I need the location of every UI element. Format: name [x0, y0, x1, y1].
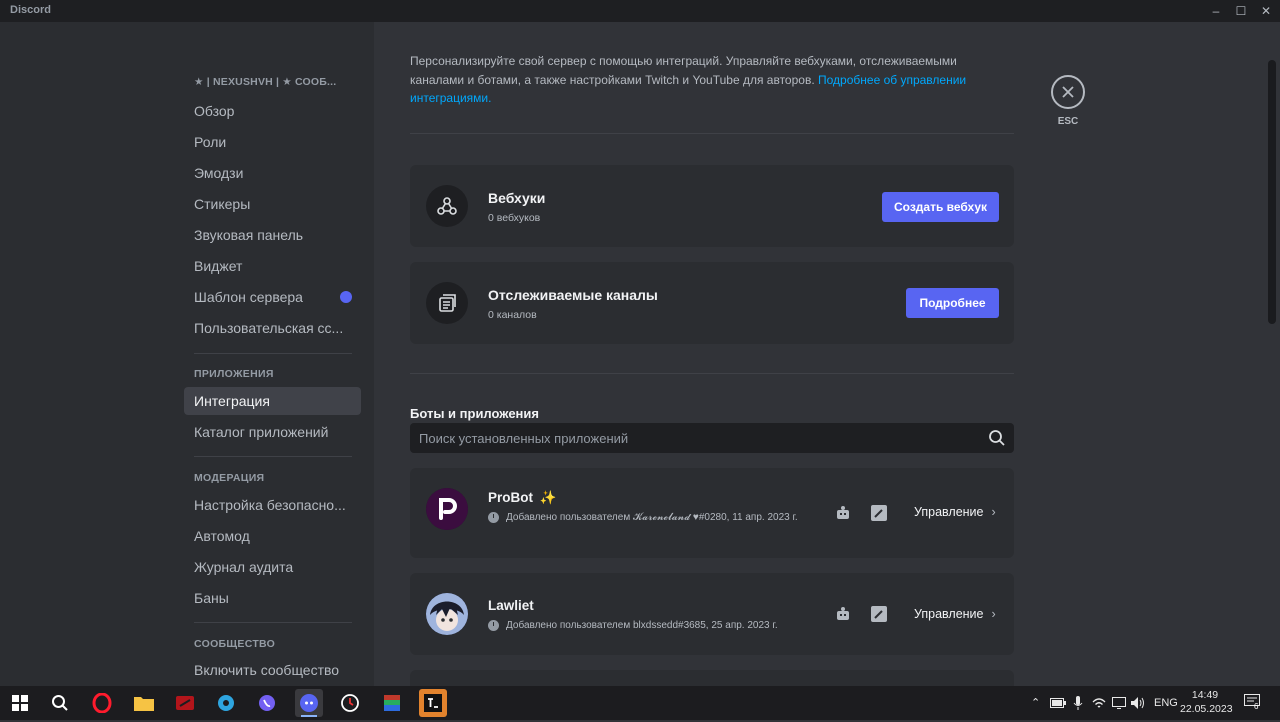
app-added-info: Добавлено пользователем blxdssedd#3685, …	[488, 619, 808, 633]
sidebar-item-enable-community[interactable]: Включить сообщество	[184, 656, 361, 684]
battery-icon[interactable]	[1050, 698, 1066, 708]
language-indicator[interactable]: ENG	[1154, 686, 1178, 720]
webhooks-card[interactable]: Вебхуки 0 вебхуков Создать вебхук	[410, 165, 1014, 247]
viber-icon[interactable]	[253, 689, 281, 717]
followed-channels-title: Отслеживаемые каналы	[488, 287, 658, 303]
search-icon[interactable]	[46, 689, 74, 717]
sidebar-item-emoji[interactable]: Эмодзи	[184, 159, 361, 187]
wifi-icon[interactable]	[1092, 697, 1106, 709]
window-title: Discord	[10, 4, 51, 16]
sidebar-item-roles[interactable]: Роли	[184, 128, 361, 156]
clock-time: 14:49	[1191, 689, 1219, 701]
followed-channels-count: 0 каналов	[488, 309, 537, 321]
chevron-right-icon: ›	[991, 607, 996, 621]
scrollbar-thumb[interactable]	[1268, 60, 1276, 324]
game-app-icon[interactable]	[171, 689, 199, 717]
file-explorer-icon[interactable]	[130, 689, 158, 717]
app-search-bar[interactable]	[410, 423, 1014, 453]
sidebar-item-automod[interactable]: Автомод	[184, 522, 361, 550]
notifications-icon[interactable]: 6	[1244, 694, 1264, 712]
app-card-probot[interactable]: ProBot ✨ Добавлено пользователем 𝓚𝓪𝓻𝓮𝓷𝓮𝓵…	[410, 468, 1014, 558]
ide-icon[interactable]	[419, 689, 447, 717]
new-badge-dot	[340, 291, 352, 303]
create-webhook-button[interactable]: Создать вебхук	[882, 192, 999, 222]
sidebar-item-app-directory[interactable]: Каталог приложений	[184, 418, 361, 446]
sidebar-item-widget[interactable]: Виджет	[184, 252, 361, 280]
app-card-partial	[410, 670, 1014, 686]
sidebar-item-label: Шаблон сервера	[194, 289, 303, 305]
sidebar-divider	[194, 353, 352, 354]
display-icon[interactable]	[1112, 697, 1126, 709]
robot-icon[interactable]	[834, 504, 852, 522]
server-name-header: ★ | NEXUSHVH | ★ СООБ...	[194, 76, 337, 88]
robot-icon[interactable]	[834, 605, 852, 623]
search-icon[interactable]	[987, 428, 1007, 448]
app-search-input[interactable]	[410, 423, 980, 453]
settings-sidebar: ★ | NEXUSHVH | ★ СООБ... Обзор Роли Эмод…	[0, 22, 374, 686]
close-window-button[interactable]: ✕	[1253, 2, 1279, 20]
minimize-button[interactable]: –	[1203, 2, 1229, 20]
windows-taskbar: ⌃ ENG 14:49 22.05.2023 6	[0, 686, 1280, 720]
notification-count: 6	[1254, 702, 1259, 711]
sidebar-item-safety-setup[interactable]: Настройка безопасно...	[184, 491, 361, 519]
section-divider	[410, 373, 1014, 374]
clock-icon	[488, 620, 499, 631]
followed-channel-icon	[426, 282, 468, 324]
integrations-intro: Персонализируйте свой сервер с помощью и…	[410, 52, 1000, 108]
manage-button[interactable]: Управление ›	[914, 505, 996, 519]
sidebar-item-stickers[interactable]: Стикеры	[184, 190, 361, 218]
sparkle-badge: ✨	[539, 490, 557, 505]
sidebar-header-community: СООБЩЕСТВО	[194, 638, 276, 650]
app-name: Lawliet	[488, 598, 534, 613]
title-bar: Discord – ☐ ✕	[0, 0, 1280, 22]
sidebar-item-overview[interactable]: Обзор	[184, 97, 361, 125]
tray-chevron-icon[interactable]: ⌃	[1031, 686, 1040, 720]
volume-icon[interactable]	[1131, 697, 1145, 709]
webhook-icon	[426, 185, 468, 227]
sidebar-divider	[194, 622, 352, 623]
esc-label: ESC	[1057, 116, 1079, 127]
bots-section-title: Боты и приложения	[410, 406, 539, 421]
chevron-right-icon: ›	[991, 505, 996, 519]
microphone-icon[interactable]	[1073, 696, 1083, 710]
probot-avatar	[426, 488, 468, 530]
sidebar-divider	[194, 456, 352, 457]
clock-icon	[488, 512, 499, 523]
followed-channels-card[interactable]: Отслеживаемые каналы 0 каналов Подробнее	[410, 262, 1014, 344]
close-settings-button[interactable]	[1051, 75, 1085, 109]
app-name: ProBot ✨	[488, 490, 557, 505]
system-clock[interactable]: 14:49 22.05.2023	[1180, 688, 1233, 716]
section-divider	[410, 133, 1014, 134]
close-icon	[1062, 86, 1074, 98]
edit-icon[interactable]	[870, 605, 888, 623]
winrar-icon[interactable]	[378, 689, 406, 717]
webhooks-count: 0 вебхуков	[488, 212, 541, 224]
sidebar-item-server-template[interactable]: Шаблон сервера	[184, 283, 361, 311]
edit-icon[interactable]	[870, 504, 888, 522]
sidebar-item-audit-log[interactable]: Журнал аудита	[184, 553, 361, 581]
active-indicator	[301, 715, 317, 717]
maximize-button[interactable]: ☐	[1228, 2, 1254, 20]
app-card-lawliet[interactable]: Lawliet Добавлено пользователем blxdssed…	[410, 573, 1014, 655]
clock-app-icon[interactable]	[336, 689, 364, 717]
clock-date: 22.05.2023	[1180, 703, 1233, 715]
manage-button[interactable]: Управление ›	[914, 607, 996, 621]
opera-browser-icon[interactable]	[88, 689, 116, 717]
settings-gear-icon[interactable]	[212, 689, 240, 717]
webhooks-title: Вебхуки	[488, 190, 546, 206]
sidebar-item-bans[interactable]: Баны	[184, 584, 361, 612]
sidebar-header-apps: ПРИЛОЖЕНИЯ	[194, 368, 274, 380]
app-added-info: Добавлено пользователем 𝓚𝓪𝓻𝓮𝓷𝓮𝓵𝓪𝓷𝓭 ♥#028…	[488, 511, 798, 525]
discord-taskbar-icon[interactable]	[295, 689, 323, 717]
sidebar-item-vanity-url[interactable]: Пользовательская сс...	[184, 314, 361, 342]
learn-more-button[interactable]: Подробнее	[906, 288, 999, 318]
sidebar-item-integrations[interactable]: Интеграция	[184, 387, 361, 415]
sidebar-item-soundboard[interactable]: Звуковая панель	[184, 221, 361, 249]
windows-start-icon[interactable]	[6, 689, 34, 717]
lawliet-avatar	[426, 593, 468, 635]
sidebar-header-moderation: МОДЕРАЦИЯ	[194, 472, 265, 484]
